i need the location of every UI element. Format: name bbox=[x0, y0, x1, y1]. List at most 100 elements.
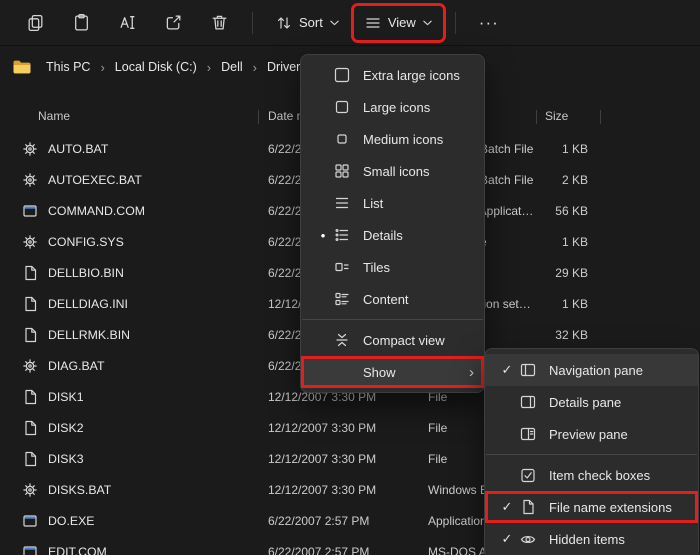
menu-item-small-icons[interactable]: Small icons bbox=[301, 155, 484, 187]
document-file-icon bbox=[22, 389, 38, 405]
submenu-item-preview-pane[interactable]: Preview pane bbox=[485, 418, 698, 450]
chevron-right-icon[interactable]: › bbox=[251, 60, 259, 75]
submenu-item-file-name-extensions[interactable]: ✓ File name extensions bbox=[485, 491, 698, 523]
check-icon: ✓ bbox=[495, 362, 519, 378]
copy-button[interactable] bbox=[14, 6, 56, 40]
file-size: 1 KB bbox=[500, 297, 588, 311]
chevron-right-icon[interactable]: › bbox=[205, 60, 213, 75]
breadcrumb-local-disk-c[interactable]: Local Disk (C:) bbox=[109, 56, 203, 78]
submenu-item-details-pane[interactable]: Details pane bbox=[485, 386, 698, 418]
see-more-button[interactable]: ··· bbox=[468, 6, 510, 40]
view-icon bbox=[364, 14, 382, 32]
menu-separator bbox=[486, 454, 697, 455]
document-file-icon bbox=[22, 327, 38, 343]
file-name: DELLRMK.BIN bbox=[48, 328, 130, 342]
details-pane-icon bbox=[519, 393, 537, 411]
menu-item-medium-icons[interactable]: Medium icons bbox=[301, 123, 484, 155]
delete-icon bbox=[210, 13, 229, 32]
check-icon: ✓ bbox=[495, 531, 519, 547]
submenu-item-item-check-boxes[interactable]: Item check boxes bbox=[485, 459, 698, 491]
menu-item-label: Tiles bbox=[363, 260, 474, 275]
paste-button[interactable] bbox=[60, 6, 102, 40]
menu-separator bbox=[302, 319, 483, 320]
list-view-icon bbox=[333, 194, 351, 212]
application-file-icon bbox=[22, 203, 38, 219]
menu-item-label: Extra large icons bbox=[363, 68, 474, 83]
document-file-icon bbox=[22, 296, 38, 312]
submenu-item-hidden-items[interactable]: ✓ Hidden items bbox=[485, 523, 698, 555]
column-header-size[interactable]: Size bbox=[545, 109, 568, 123]
file-name: DIAG.BAT bbox=[48, 359, 104, 373]
breadcrumb-this-pc[interactable]: This PC bbox=[40, 56, 96, 78]
rename-button[interactable] bbox=[106, 6, 148, 40]
menu-item-list[interactable]: List bbox=[301, 187, 484, 219]
file-date: 6/22/2007 2:57 PM bbox=[268, 514, 369, 528]
content-view-icon bbox=[333, 290, 351, 308]
file-name: AUTOEXEC.BAT bbox=[48, 173, 142, 187]
file-name: DISK2 bbox=[48, 421, 84, 435]
menu-item-label: Content bbox=[363, 292, 474, 307]
file-type: Application bbox=[428, 514, 487, 528]
small-icons-icon bbox=[333, 162, 351, 180]
document-file-icon bbox=[22, 420, 38, 436]
submenu-item-label: Item check boxes bbox=[549, 468, 688, 483]
share-icon bbox=[164, 13, 183, 32]
hidden-items-icon bbox=[519, 530, 537, 548]
menu-item-show[interactable]: Show › bbox=[301, 356, 484, 388]
command-toolbar: Sort View ··· bbox=[0, 0, 700, 46]
chevron-down-icon bbox=[329, 19, 340, 27]
sort-icon bbox=[275, 14, 293, 32]
share-button[interactable] bbox=[152, 6, 194, 40]
sort-button[interactable]: Sort bbox=[265, 6, 350, 40]
file-date: 6/22/2007 2:57 PM bbox=[268, 545, 369, 555]
file-name: DISKS.BAT bbox=[48, 483, 111, 497]
menu-item-tiles[interactable]: Tiles bbox=[301, 251, 484, 283]
system-file-icon bbox=[22, 234, 38, 250]
delete-button[interactable] bbox=[198, 6, 240, 40]
submenu-item-navigation-pane[interactable]: ✓ Navigation pane bbox=[485, 354, 698, 386]
menu-item-label: Small icons bbox=[363, 164, 474, 179]
chevron-right-icon[interactable]: › bbox=[98, 60, 106, 75]
file-size: 1 KB bbox=[500, 142, 588, 156]
menu-item-label: Details bbox=[363, 228, 474, 243]
menu-item-compact-view[interactable]: Compact view bbox=[301, 324, 484, 356]
file-name: EDIT.COM bbox=[48, 545, 107, 555]
file-size: 32 KB bbox=[500, 328, 588, 342]
view-dropdown-menu: Extra large icons Large icons Medium ico… bbox=[300, 54, 485, 393]
file-name-extensions-icon bbox=[519, 498, 537, 516]
view-button[interactable]: View bbox=[354, 6, 443, 40]
details-view-icon bbox=[333, 226, 351, 244]
menu-item-extra-large-icons[interactable]: Extra large icons bbox=[301, 59, 484, 91]
application-file-icon bbox=[22, 513, 38, 529]
column-resize-handle[interactable] bbox=[258, 110, 259, 124]
submenu-item-label: Hidden items bbox=[549, 532, 688, 547]
file-type: File bbox=[428, 452, 447, 466]
paste-icon bbox=[72, 13, 91, 32]
copy-icon bbox=[26, 13, 45, 32]
batch-file-icon bbox=[22, 358, 38, 374]
menu-item-details[interactable]: • Details bbox=[301, 219, 484, 251]
sort-button-label: Sort bbox=[299, 15, 323, 30]
column-resize-handle[interactable] bbox=[600, 110, 601, 124]
breadcrumb-dell[interactable]: Dell bbox=[215, 56, 249, 78]
document-file-icon bbox=[22, 451, 38, 467]
tiles-view-icon bbox=[333, 258, 351, 276]
document-file-icon bbox=[22, 265, 38, 281]
folder-icon bbox=[12, 59, 32, 75]
compact-view-icon bbox=[333, 331, 351, 349]
view-button-label: View bbox=[388, 15, 416, 30]
file-date: 12/12/2007 3:30 PM bbox=[268, 452, 376, 466]
rename-icon bbox=[118, 13, 137, 32]
menu-item-content[interactable]: Content bbox=[301, 283, 484, 315]
file-size: 2 KB bbox=[500, 173, 588, 187]
column-header-name[interactable]: Name bbox=[38, 109, 70, 123]
extra-large-icons-icon bbox=[333, 66, 351, 84]
item-check-boxes-icon bbox=[519, 466, 537, 484]
menu-item-large-icons[interactable]: Large icons bbox=[301, 91, 484, 123]
toolbar-separator bbox=[252, 12, 253, 34]
file-type: File bbox=[428, 421, 447, 435]
column-resize-handle[interactable] bbox=[536, 110, 537, 124]
submenu-item-label: Navigation pane bbox=[549, 363, 688, 378]
file-name: DISK1 bbox=[48, 390, 84, 404]
file-date: 12/12/2007 3:30 PM bbox=[268, 421, 376, 435]
